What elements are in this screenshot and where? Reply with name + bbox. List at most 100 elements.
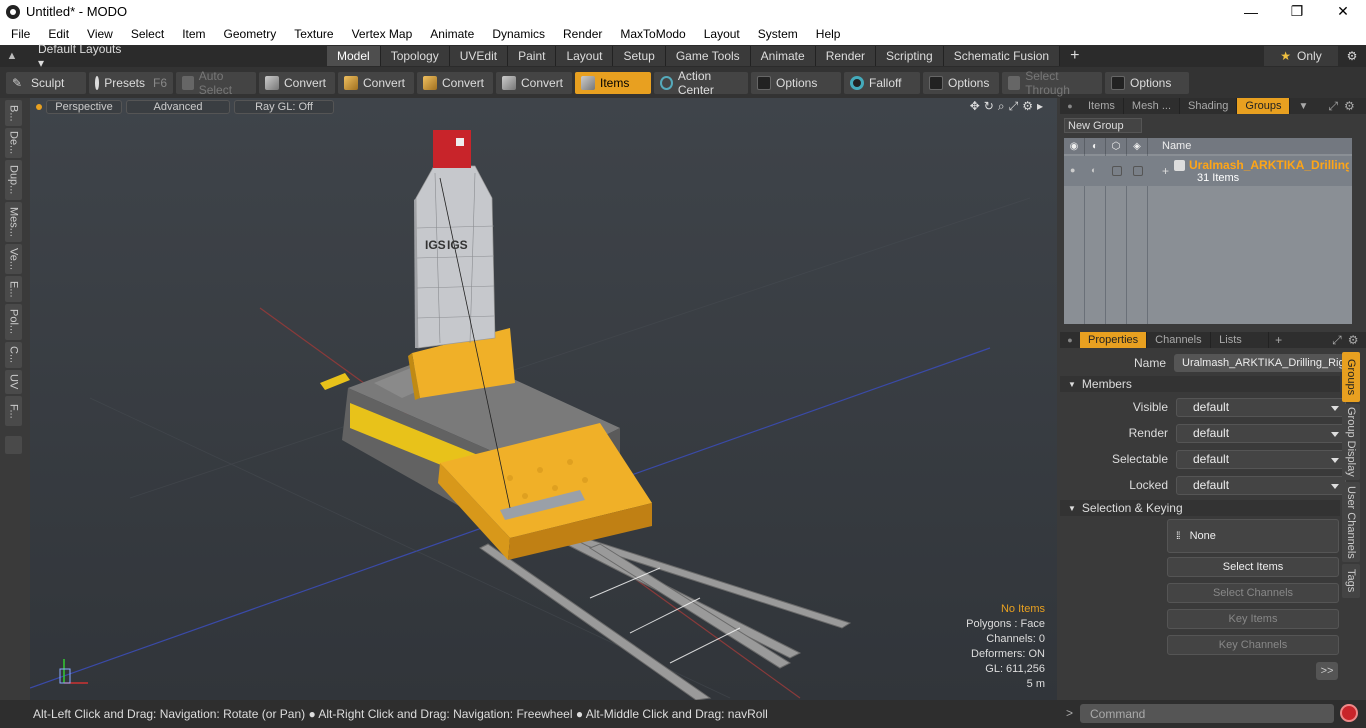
presets-button[interactable]: Presets F6: [89, 71, 173, 94]
lock-column-icon[interactable]: ⬡: [1106, 138, 1127, 154]
left-tab-edge[interactable]: E...: [5, 276, 22, 302]
members-section[interactable]: ▼ Members: [1060, 376, 1340, 392]
pan-icon[interactable]: ✥: [970, 99, 980, 114]
visible-dropdown[interactable]: default: [1176, 397, 1346, 417]
menu-system[interactable]: System: [747, 27, 805, 41]
minimize-button[interactable]: —: [1228, 0, 1274, 23]
raygl-toggle[interactable]: Ray GL: Off: [234, 99, 334, 114]
name-field[interactable]: Uralmash_ARKTIKA_Drilling_Rig (: [1174, 354, 1344, 372]
left-tab-duplicate[interactable]: Dup...: [5, 160, 22, 200]
tab-animate[interactable]: Animate: [750, 46, 816, 66]
tab-topology[interactable]: Topology: [380, 46, 450, 66]
tab-shading[interactable]: Shading: [1180, 98, 1238, 114]
menu-geometry[interactable]: Geometry: [213, 27, 284, 41]
row-lock-checkbox[interactable]: [1112, 166, 1122, 176]
tab-lists[interactable]: Lists: [1211, 332, 1270, 348]
render-column-icon[interactable]: ◐: [1085, 138, 1106, 154]
items-mode-button[interactable]: Items: [575, 71, 651, 94]
menu-vertex-map[interactable]: Vertex Map: [341, 27, 420, 41]
menu-select[interactable]: Select: [120, 27, 171, 41]
panel-menu-icon[interactable]: ●: [1060, 101, 1080, 111]
convert-button-4[interactable]: Convert: [496, 71, 572, 94]
tab-paint[interactable]: Paint: [508, 46, 557, 66]
left-tab-deform[interactable]: De...: [5, 128, 22, 158]
3d-viewport[interactable]: Perspective Advanced Ray GL: Off ✥ ↻ ⌕ ⤢…: [30, 98, 1057, 700]
fit-icon[interactable]: ⤢: [1009, 99, 1019, 114]
left-tab-vertex[interactable]: Ve...: [5, 244, 22, 274]
groups-list[interactable]: ◉ ◐ ⬡ ◈ Name ● ◐ + Uralmash_ARKTIKA_Dril…: [1064, 138, 1352, 324]
viewport-gear-icon[interactable]: ⚙: [1022, 99, 1033, 114]
key-channels-button[interactable]: Key Channels: [1167, 635, 1339, 655]
more-button[interactable]: >>: [1316, 662, 1338, 680]
menu-file[interactable]: File: [0, 27, 37, 41]
rotate-icon[interactable]: ↻: [984, 99, 994, 114]
options-button-1[interactable]: Options: [751, 71, 841, 94]
new-group-button[interactable]: New Group: [1064, 118, 1142, 133]
tab-properties[interactable]: Properties: [1080, 332, 1148, 348]
falloff-button[interactable]: Falloff: [844, 71, 920, 94]
tab-scripting[interactable]: Scripting: [876, 46, 944, 66]
props-menu-icon[interactable]: ●: [1060, 335, 1080, 345]
menu-help[interactable]: Help: [805, 27, 848, 41]
close-button[interactable]: ✕: [1320, 0, 1366, 23]
options-button-2[interactable]: Options: [923, 71, 999, 94]
add-props-tab-button[interactable]: +: [1275, 333, 1282, 347]
convert-button-3[interactable]: Convert: [417, 71, 493, 94]
layout-selector[interactable]: Default Layouts ▾: [24, 42, 124, 70]
row-eye-icon[interactable]: ●: [1070, 165, 1075, 175]
add-tab-button[interactable]: +: [1060, 46, 1089, 66]
select-items-button[interactable]: Select Items: [1167, 557, 1339, 577]
side-tab-user-channels[interactable]: User Channels: [1342, 482, 1360, 562]
advanced-shading-dropdown[interactable]: Advanced: [126, 99, 230, 114]
left-tab-polygon[interactable]: Pol...: [5, 304, 22, 340]
group-row[interactable]: ● ◐ + Uralmash_ARKTIKA_Drilling_Rig 31 I…: [1064, 156, 1352, 186]
command-input[interactable]: Command: [1080, 704, 1334, 723]
record-icon[interactable]: [1340, 704, 1358, 722]
tab-render[interactable]: Render: [815, 46, 877, 66]
locked-dropdown[interactable]: default: [1176, 475, 1346, 495]
none-button[interactable]: ⁞⁞ None: [1167, 519, 1339, 553]
tab-schematic-fusion[interactable]: Schematic Fusion: [943, 46, 1061, 66]
row-render-icon[interactable]: ◐: [1091, 165, 1096, 175]
gear-icon[interactable]: ⚙: [1340, 46, 1364, 66]
left-tab-uv[interactable]: UV: [5, 370, 22, 394]
tab-game-tools[interactable]: Game Tools: [665, 46, 751, 66]
menu-edit[interactable]: Edit: [37, 27, 76, 41]
auto-select-button[interactable]: Auto Select: [176, 69, 256, 97]
tab-channels[interactable]: Channels: [1147, 332, 1212, 348]
props-gear-icon[interactable]: ⚙: [1348, 333, 1359, 347]
expand-group-icon[interactable]: +: [1162, 164, 1169, 178]
tab-uvedit[interactable]: UVEdit: [449, 46, 509, 66]
selectable-dropdown[interactable]: default: [1176, 449, 1346, 469]
panel-gear-icon[interactable]: ⚙: [1344, 99, 1355, 113]
viewport-menu-icon[interactable]: [36, 103, 42, 110]
menu-maxtomodo[interactable]: MaxToModo: [609, 27, 692, 41]
menu-view[interactable]: View: [76, 27, 120, 41]
left-tab-basic[interactable]: B...: [5, 100, 22, 126]
select-through-button[interactable]: Select Through: [1002, 69, 1102, 97]
convert-button-1[interactable]: Convert: [259, 71, 335, 94]
left-tab-mesh[interactable]: Mes...: [5, 202, 22, 242]
props-expand-icon[interactable]: ⤢: [1332, 333, 1342, 348]
only-toggle[interactable]: ★ Only: [1264, 46, 1338, 66]
tab-model[interactable]: Model: [327, 46, 381, 66]
zoom-icon[interactable]: ⌕: [998, 99, 1005, 114]
viewport-expand-icon[interactable]: ▸: [1037, 99, 1043, 114]
menu-animate[interactable]: Animate: [419, 27, 481, 41]
convert-button-2[interactable]: Convert: [338, 71, 414, 94]
tab-layout[interactable]: Layout: [556, 46, 614, 66]
render-dropdown[interactable]: default: [1176, 423, 1346, 443]
panel-expand-icon[interactable]: ⤢: [1328, 99, 1338, 114]
side-tab-groups[interactable]: Groups: [1342, 352, 1360, 402]
side-tab-tags[interactable]: Tags: [1342, 564, 1360, 598]
selection-keying-section[interactable]: ▼ Selection & Keying: [1060, 500, 1340, 516]
tab-mesh[interactable]: Mesh ...: [1124, 98, 1181, 114]
menu-texture[interactable]: Texture: [283, 27, 340, 41]
select-column-icon[interactable]: ◈: [1127, 138, 1148, 154]
tab-dropdown-icon[interactable]: ▼: [1298, 101, 1308, 112]
sculpt-button[interactable]: ✎ Sculpt: [6, 71, 86, 94]
action-center-button[interactable]: Action Center: [654, 69, 748, 97]
tab-groups[interactable]: Groups: [1237, 98, 1291, 114]
menu-render[interactable]: Render: [552, 27, 609, 41]
options-button-3[interactable]: Options: [1105, 71, 1189, 94]
